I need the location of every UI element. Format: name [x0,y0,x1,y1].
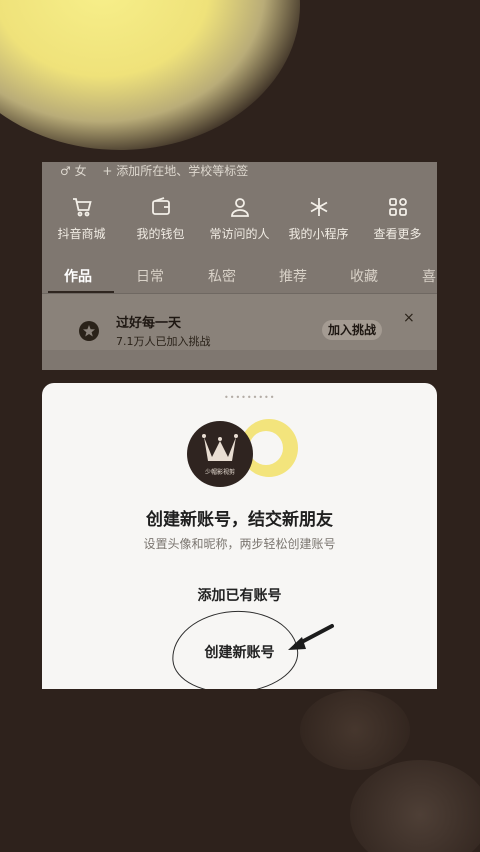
avatar[interactable]: 少帽影视剪 [187,421,253,487]
challenge-icon [79,321,99,341]
sheet-subtitle: 设置头像和昵称，两步轻松创建账号 [143,537,336,551]
challenge-subtitle: 7.1万人已加入挑战 [116,335,211,348]
create-new-account-button[interactable]: 创建新账号 [42,642,437,662]
crown-logo-icon [202,434,238,461]
background-spot [350,760,480,852]
screen: ♂ 女 + 添加所在地、学校等标签 抖音商城 我的钱包 常访问的人 我的小程序 … [0,0,480,852]
background-glow [0,0,300,150]
add-existing-account-button[interactable]: 添加已有账号 [42,585,437,605]
join-challenge-button[interactable]: 加入挑战 [322,320,382,340]
close-icon[interactable]: × [403,310,415,326]
account-sheet: ••••••••• 少帽影视剪 创建新账号，结交新朋友 设置头像和昵称，两步轻松… [42,383,437,689]
sheet-handle[interactable]: ••••••••• [224,393,275,402]
pointer-arrow-icon [288,624,334,650]
challenge-title: 过好每一天 [116,316,182,331]
background-spot [300,690,410,770]
sheet-title: 创建新账号，结交新朋友 [146,510,333,530]
avatar-caption: 少帽影视剪 [204,469,235,476]
profile-overlay-layer: 过好每一天 7.1万人已加入挑战 加入挑战 × [42,162,437,370]
